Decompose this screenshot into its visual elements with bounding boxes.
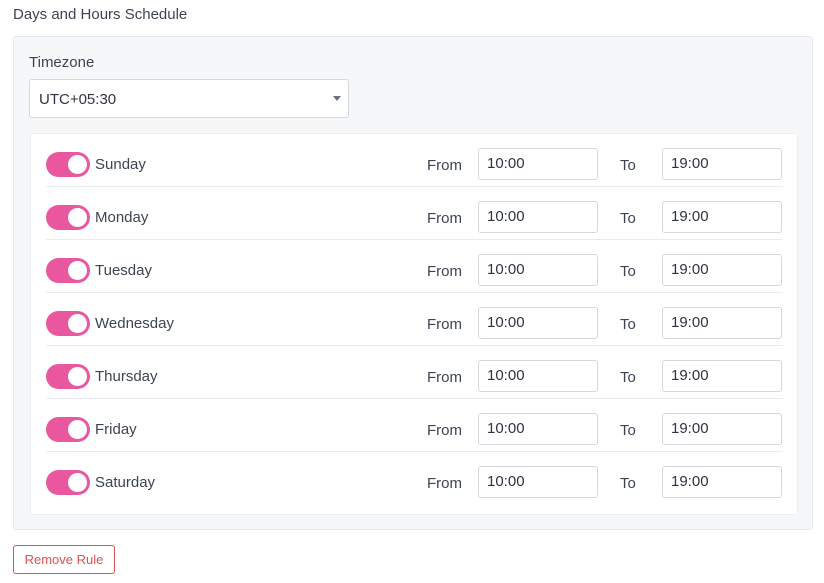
from-time-input-monday[interactable]: 10:00 bbox=[478, 201, 598, 233]
toggle-knob bbox=[68, 367, 87, 386]
day-toggle-sunday[interactable] bbox=[46, 152, 90, 177]
from-time-input-sunday[interactable]: 10:00 bbox=[478, 148, 598, 180]
from-time-input-saturday[interactable]: 10:00 bbox=[478, 466, 598, 498]
day-label-monday: Monday bbox=[95, 209, 149, 226]
to-label: To bbox=[620, 263, 636, 280]
from-time-input-tuesday[interactable]: 10:00 bbox=[478, 254, 598, 286]
timezone-label: Timezone bbox=[29, 54, 95, 71]
chevron-down-icon bbox=[333, 96, 341, 101]
to-label: To bbox=[620, 210, 636, 227]
toggle-knob bbox=[68, 473, 87, 492]
day-toggle-friday[interactable] bbox=[46, 417, 90, 442]
toggle-knob bbox=[68, 314, 87, 333]
to-time-input-sunday[interactable]: 19:00 bbox=[662, 148, 782, 180]
day-toggle-wednesday[interactable] bbox=[46, 311, 90, 336]
to-label: To bbox=[620, 475, 636, 492]
day-label-sunday: Sunday bbox=[95, 156, 146, 173]
timezone-select[interactable]: UTC+05:30 bbox=[29, 79, 349, 118]
day-label-saturday: Saturday bbox=[95, 474, 156, 491]
day-toggle-thursday[interactable] bbox=[46, 364, 90, 389]
day-row-tuesday: Tuesday From 10:00 To 19:00 bbox=[46, 240, 783, 293]
from-label: From bbox=[427, 369, 462, 386]
from-label: From bbox=[427, 210, 462, 227]
to-label: To bbox=[620, 369, 636, 386]
day-label-friday: Friday bbox=[95, 421, 137, 438]
day-row-sunday: Sunday From 10:00 To 19:00 bbox=[46, 134, 783, 187]
toggle-knob bbox=[68, 208, 87, 227]
from-time-input-friday[interactable]: 10:00 bbox=[478, 413, 598, 445]
from-label: From bbox=[427, 263, 462, 280]
to-time-input-saturday[interactable]: 19:00 bbox=[662, 466, 782, 498]
schedule-panel: Timezone UTC+05:30 Sunday From 10:00 To … bbox=[13, 36, 813, 530]
section-title: Days and Hours Schedule bbox=[13, 6, 188, 23]
toggle-knob bbox=[68, 155, 87, 174]
day-row-wednesday: Wednesday From 10:00 To 19:00 bbox=[46, 293, 783, 346]
from-label: From bbox=[427, 422, 462, 439]
day-row-friday: Friday From 10:00 To 19:00 bbox=[46, 399, 783, 452]
day-toggle-monday[interactable] bbox=[46, 205, 90, 230]
day-row-saturday: Saturday From 10:00 To 19:00 bbox=[46, 452, 783, 505]
to-time-input-wednesday[interactable]: 19:00 bbox=[662, 307, 782, 339]
day-label-tuesday: Tuesday bbox=[95, 262, 152, 279]
to-label: To bbox=[620, 316, 636, 333]
day-label-thursday: Thursday bbox=[95, 368, 158, 385]
from-time-input-thursday[interactable]: 10:00 bbox=[478, 360, 598, 392]
day-toggle-tuesday[interactable] bbox=[46, 258, 90, 283]
timezone-value: UTC+05:30 bbox=[39, 91, 117, 108]
to-time-input-monday[interactable]: 19:00 bbox=[662, 201, 782, 233]
to-label: To bbox=[620, 157, 636, 174]
toggle-knob bbox=[68, 261, 87, 280]
day-row-thursday: Thursday From 10:00 To 19:00 bbox=[46, 346, 783, 399]
from-time-input-wednesday[interactable]: 10:00 bbox=[478, 307, 598, 339]
to-time-input-friday[interactable]: 19:00 bbox=[662, 413, 782, 445]
from-label: From bbox=[427, 157, 462, 174]
from-label: From bbox=[427, 475, 462, 492]
from-label: From bbox=[427, 316, 462, 333]
days-list: Sunday From 10:00 To 19:00 Monday From 1… bbox=[30, 133, 798, 515]
day-label-wednesday: Wednesday bbox=[95, 315, 174, 332]
to-time-input-tuesday[interactable]: 19:00 bbox=[662, 254, 782, 286]
day-row-monday: Monday From 10:00 To 19:00 bbox=[46, 187, 783, 240]
to-time-input-thursday[interactable]: 19:00 bbox=[662, 360, 782, 392]
to-label: To bbox=[620, 422, 636, 439]
toggle-knob bbox=[68, 420, 87, 439]
day-toggle-saturday[interactable] bbox=[46, 470, 90, 495]
remove-rule-button[interactable]: Remove Rule bbox=[13, 545, 115, 574]
